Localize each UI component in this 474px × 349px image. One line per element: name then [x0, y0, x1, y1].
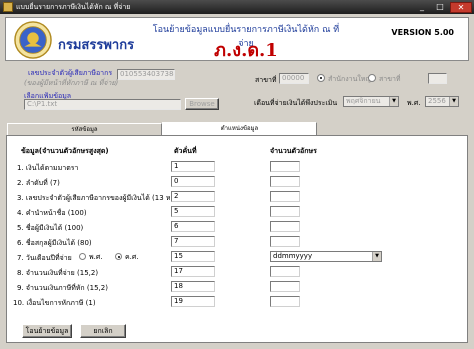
position-field[interactable]: 7 — [171, 236, 215, 247]
row-label: 5. ชื่อผู้มีเงินได้ (100) — [17, 224, 84, 232]
length-field[interactable] — [270, 221, 300, 232]
row-label: 2. ลำดับที่ (7) — [17, 179, 60, 187]
form-code: ภ.ง.ด.1 — [214, 40, 278, 61]
month-value: พฤศจิกายน — [346, 97, 381, 105]
minimize-button[interactable]: _ — [414, 2, 430, 13]
position-field[interactable]: 18 — [171, 281, 215, 292]
close-button[interactable]: ✕ — [450, 1, 472, 13]
length-field[interactable] — [270, 206, 300, 217]
data-column-header: ข้อมูล(จำนวนตัวอักษรสูงสุด) — [21, 147, 109, 155]
branch-label: สาขาที่ — [255, 76, 277, 84]
length-column-header: จำนวนตัวอักษร — [270, 147, 317, 155]
row-label: 9. จำนวนเงินภาษีที่หัก (15,2) — [17, 284, 108, 292]
position-field[interactable]: 1 — [171, 161, 215, 172]
title-bar: แบบยื่นรายการภาษีเงินได้หัก ณ ที่จ่าย _ … — [0, 0, 474, 14]
row-label: 8. จำนวนเงินที่จ่าย (15,2) — [17, 269, 99, 277]
position-column-header: ตัวคั่นที่ — [174, 147, 197, 155]
row-label: 6. ชื่อสกุลผู้มีเงินได้ (80) — [17, 239, 92, 247]
month-select[interactable]: พฤศจิกายน ▼ — [343, 96, 399, 107]
month-label: เดือนที่จ่ายเงินได้พึงประเมิน — [254, 99, 338, 107]
file-path-field[interactable]: C:\P1.txt — [24, 99, 181, 110]
ad-date-radio[interactable] — [115, 253, 122, 260]
date-format-select[interactable]: ddmmyyyy ▼ — [270, 251, 382, 262]
branch-number-field[interactable] — [428, 73, 447, 84]
position-field[interactable]: 5 — [171, 206, 215, 217]
transfer-button[interactable]: โอนย้ายข้อมูล — [22, 324, 72, 338]
revenue-department-seal-icon — [14, 21, 52, 59]
position-field[interactable]: 2 — [171, 191, 215, 202]
length-field[interactable] — [270, 176, 300, 187]
version-label: VERSION 5.00 — [391, 28, 454, 37]
length-field[interactable] — [270, 191, 300, 202]
year-select[interactable]: 2556 ▼ — [425, 96, 459, 107]
branch-field[interactable]: 00000 — [279, 73, 309, 84]
tax-id-field[interactable]: 0105534037384 — [117, 69, 175, 80]
branch-radio[interactable] — [368, 74, 376, 82]
ad-date-label: ค.ศ. — [125, 253, 139, 261]
row-label: 3. เลขประจำตัวผู้เสียภาษีอากรของผู้มีเงิ… — [17, 194, 182, 202]
brand-name: กรมสรรพากร — [58, 38, 135, 53]
chevron-down-icon: ▼ — [449, 97, 458, 106]
maximize-button[interactable]: □ — [432, 2, 448, 13]
position-field[interactable]: 15 — [171, 251, 215, 262]
head-office-radio[interactable] — [317, 74, 325, 82]
app-icon — [3, 2, 13, 12]
tax-id-sublabel: (ของผู้มีหน้าที่หักภาษี ณ ที่จ่าย) — [24, 79, 119, 87]
cancel-button[interactable]: ยกเลิก — [80, 324, 126, 338]
chevron-down-icon: ▼ — [389, 97, 398, 106]
head-office-label: สำนักงานใหญ่ — [328, 75, 372, 83]
row-label: 7. วันเดือนปีที่จ่าย — [17, 254, 72, 262]
browse-button[interactable]: Browse — [185, 98, 219, 110]
length-field[interactable] — [270, 236, 300, 247]
row-label: 1. เงินได้ตามมาตรา — [17, 164, 79, 172]
branch-option-label: สาขาที่ — [379, 75, 401, 83]
position-field[interactable]: 0 — [171, 176, 215, 187]
position-field[interactable]: 6 — [171, 221, 215, 232]
data-position-panel: ข้อมูล(จำนวนตัวอักษรสูงสุด) ตัวคั่นที่ จ… — [6, 135, 468, 343]
top-settings: เลขประจำตัวผู้เสียภาษีอากร (ของผู้มีหน้า… — [5, 62, 469, 122]
window-title: แบบยื่นรายการภาษีเงินได้หัก ณ ที่จ่าย — [16, 2, 131, 11]
position-field[interactable]: 19 — [171, 296, 215, 307]
row-label: 10. เงื่อนไขการหักภาษี (1) — [13, 299, 96, 307]
date-format-value: ddmmyyyy — [273, 252, 313, 260]
length-field[interactable] — [270, 266, 300, 277]
header-banner: กรมสรรพากร โอนย้ายข้อมูลแบบยื่นรายการภาษ… — [5, 17, 469, 61]
chevron-down-icon: ▼ — [372, 252, 381, 261]
year-value: 2556 — [428, 97, 446, 105]
length-field[interactable] — [270, 281, 300, 292]
length-field[interactable] — [270, 161, 300, 172]
year-label: พ.ศ. — [407, 99, 421, 107]
length-field[interactable] — [270, 296, 300, 307]
position-field[interactable]: 17 — [171, 266, 215, 277]
tab-data-position[interactable]: ตำแหน่งข้อมูล — [162, 122, 317, 136]
row-label: 4. คำนำหน้าชื่อ (100) — [17, 209, 87, 217]
be-date-label: พ.ศ. — [89, 253, 103, 261]
be-date-radio[interactable] — [79, 253, 86, 260]
